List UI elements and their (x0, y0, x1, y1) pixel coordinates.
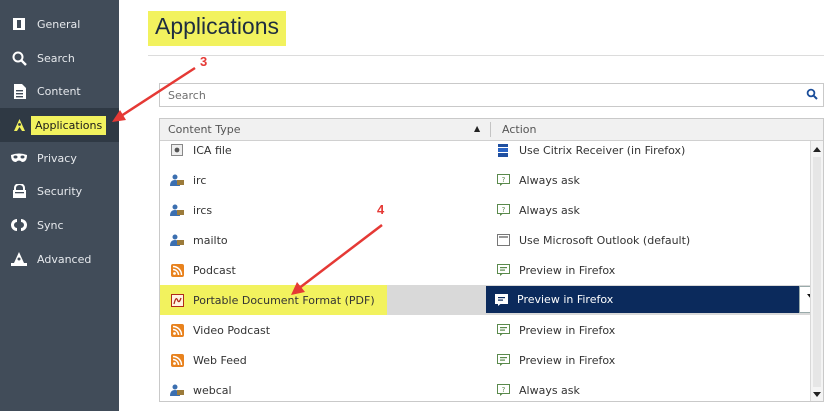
ask-icon: ? (496, 173, 510, 187)
search-icon[interactable] (806, 88, 818, 103)
sidebar-item-advanced[interactable]: Advanced (0, 242, 119, 276)
search-icon (11, 50, 27, 66)
sidebar-item-applications[interactable]: Applications (0, 108, 119, 142)
step-3-label: 3 (200, 54, 208, 69)
privacy-mask-icon (11, 150, 27, 166)
content-type-label: ircs (193, 203, 213, 217)
content-type-label: Podcast (193, 263, 236, 277)
mailto-icon (170, 233, 184, 247)
search-input[interactable]: Search (159, 83, 824, 107)
table-row[interactable]: Podcast Preview in Firefox (160, 255, 810, 285)
table-row-selected[interactable]: Portable Document Format (PDF) Preview i… (160, 285, 819, 315)
irc-icon (170, 383, 184, 397)
preview-icon (496, 263, 510, 277)
ask-icon: ? (496, 203, 510, 217)
content-type-label: Web Feed (193, 353, 247, 367)
preview-icon (496, 353, 510, 367)
irc-icon (170, 203, 184, 217)
page-title: Applications (148, 11, 287, 46)
search-placeholder: Search (168, 89, 206, 102)
rss-icon (170, 263, 184, 277)
main-pane: Applications Search Content Type ▲ Actio… (119, 0, 840, 411)
content-icon (11, 83, 27, 99)
applications-icon (11, 117, 27, 133)
svg-text:?: ? (501, 206, 505, 214)
sidebar-item-sync[interactable]: Sync (0, 208, 119, 242)
sidebar-item-label: Sync (37, 218, 64, 232)
irc-icon (170, 173, 184, 187)
action-select[interactable]: Preview in Firefox (486, 286, 819, 313)
action-label: Always ask (519, 383, 580, 397)
action-label: Preview in Firefox (519, 263, 616, 277)
svg-text:?: ? (501, 176, 505, 184)
ica-file-icon (170, 143, 184, 157)
sidebar-item-label: Security (37, 184, 83, 198)
table-row[interactable]: mailto Use Microsoft Outlook (default) (160, 225, 810, 255)
table-row[interactable]: ircs ? Always ask (160, 195, 810, 225)
svg-text:?: ? (501, 386, 505, 394)
action-label: Preview in Firefox (519, 353, 616, 367)
general-icon (11, 16, 27, 32)
content-type-label: Portable Document Format (PDF) (193, 293, 375, 307)
sidebar-item-label: Content (37, 84, 81, 98)
table-row[interactable]: webcal ? Always ask (160, 375, 810, 401)
content-type-label: webcal (193, 383, 232, 397)
content-type-label: mailto (193, 233, 228, 247)
sidebar-item-content[interactable]: Content (0, 74, 119, 108)
preview-icon (494, 293, 508, 307)
pdf-icon (170, 293, 184, 307)
scroll-down-icon[interactable] (813, 392, 821, 397)
preview-icon (496, 323, 510, 337)
lock-icon (11, 183, 27, 199)
citrix-icon (496, 143, 510, 157)
step-4-label: 4 (377, 202, 385, 217)
content-type-label: irc (193, 173, 207, 187)
sidebar-item-security[interactable]: Security (0, 174, 119, 208)
sidebar-item-label: Search (37, 51, 75, 65)
sidebar: General Search Content Applications Priv… (0, 0, 119, 411)
sidebar-item-general[interactable]: General (0, 7, 119, 41)
sidebar-item-label: Privacy (37, 151, 77, 165)
sidebar-item-label: Applications (31, 115, 107, 135)
sync-icon (11, 217, 27, 233)
sidebar-item-search[interactable]: Search (0, 41, 119, 75)
sidebar-item-label: Advanced (37, 252, 92, 266)
scroll-up-icon[interactable] (813, 147, 821, 152)
table-row[interactable]: Video Podcast Preview in Firefox (160, 315, 810, 345)
content-type-table: Content Type ▲ Action ICA file Use Citri… (159, 118, 824, 402)
action-select-value: Preview in Firefox (517, 293, 614, 306)
outlook-icon (496, 233, 510, 247)
action-label: Always ask (519, 203, 580, 217)
action-label: Preview in Firefox (519, 323, 616, 337)
wizard-hat-icon (11, 251, 27, 267)
table-scrollbar[interactable] (810, 141, 823, 401)
table-row[interactable]: Web Feed Preview in Firefox (160, 345, 810, 375)
rss-icon (170, 353, 184, 367)
sidebar-item-label: General (37, 17, 81, 31)
content-type-label: Video Podcast (193, 323, 271, 337)
divider (148, 55, 824, 56)
action-label: Use Citrix Receiver (in Firefox) (519, 143, 686, 157)
action-label: Use Microsoft Outlook (default) (519, 233, 691, 247)
rss-icon (170, 323, 184, 337)
table-row[interactable]: ICA file Use Citrix Receiver (in Firefox… (160, 135, 810, 165)
sort-ascending-icon[interactable]: ▲ (474, 124, 480, 133)
scrollbar-thumb[interactable] (813, 157, 821, 387)
sidebar-item-privacy[interactable]: Privacy (0, 141, 119, 175)
action-label: Always ask (519, 173, 580, 187)
ask-icon: ? (496, 383, 510, 397)
table-row[interactable]: irc ? Always ask (160, 165, 810, 195)
content-type-label: ICA file (193, 143, 232, 157)
